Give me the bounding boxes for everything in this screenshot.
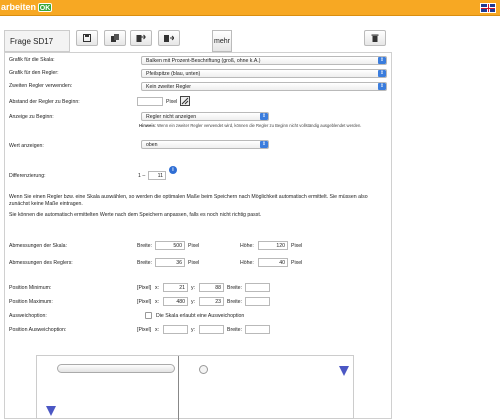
pos-max-pixel: [Pixel] xyxy=(137,299,152,305)
pos-ausweich-x-label: x: xyxy=(155,327,160,333)
wert-label: Wert anzeigen: xyxy=(9,143,44,149)
skala-breite-label: Breite: xyxy=(137,243,152,249)
zweiten-regler-select[interactable]: Kein zweiter Regler ⇕ xyxy=(141,82,387,91)
chevron-down-icon: ⇕ xyxy=(378,83,386,90)
pos-min-x-input[interactable]: 21 xyxy=(163,283,188,292)
hint-text: Hinweis: Wenn ein zweiter Regler verwend… xyxy=(139,123,389,128)
abstand-input[interactable] xyxy=(137,97,163,106)
slider-handle-circle[interactable] xyxy=(199,365,208,374)
pos-max-x-label: x: xyxy=(155,299,160,305)
regler-breite-unit: Pixel xyxy=(188,260,200,266)
copy-button[interactable] xyxy=(104,30,126,46)
info-paragraph-2: Sie können die automatisch ermittelten W… xyxy=(9,212,262,218)
slider-arrow-icon[interactable] xyxy=(339,366,349,376)
pos-max-y-label: y: xyxy=(191,299,196,305)
pos-ausweich-breite-input[interactable] xyxy=(245,325,270,334)
wert-value: oben xyxy=(146,142,158,148)
copy-icon xyxy=(111,34,119,42)
page-title: arbeiten xyxy=(1,2,37,12)
abstand-label: Abstand der Regler zu Beginn: xyxy=(9,99,80,105)
anzeige-label: Anzeige zu Beginn: xyxy=(9,114,54,120)
delete-button[interactable] xyxy=(364,30,386,46)
more-button[interactable]: mehr xyxy=(212,30,232,52)
anzeige-select[interactable]: Regler nicht anzeigen ⇕ xyxy=(141,112,269,121)
slider-preview xyxy=(36,355,354,420)
abm-regler-label: Abmessungen des Reglers: xyxy=(9,260,73,266)
preview-divider xyxy=(178,356,179,420)
skala-breite-unit: Pixel xyxy=(188,243,200,249)
wert-select[interactable]: oben ⇕ xyxy=(141,140,269,149)
pos-min-label: Position Minimum: xyxy=(9,285,52,291)
info-icon[interactable]: i xyxy=(169,166,177,174)
grafik-skala-value: Balken mit Prozent-Beschriftung (groß, o… xyxy=(146,58,261,64)
scale-bar[interactable] xyxy=(57,364,175,373)
pos-min-x-label: x: xyxy=(155,285,160,291)
save-icon xyxy=(83,34,91,42)
skala-hoehe-unit: Pixel xyxy=(291,243,303,249)
slider-arrow-icon-min[interactable] xyxy=(46,406,56,416)
chevron-down-icon: ⇕ xyxy=(378,57,386,64)
pos-ausweich-y-label: y: xyxy=(191,327,196,333)
pos-ausweich-pixel: [Pixel] xyxy=(137,327,152,333)
pos-max-breite-label: Breite: xyxy=(227,299,242,305)
zweiten-regler-label: Zweiten Regler verwenden: xyxy=(9,83,73,89)
regler-breite-input[interactable]: 36 xyxy=(155,258,185,267)
question-label: Frage SD17 xyxy=(4,30,70,52)
diff-to-input[interactable]: 11 xyxy=(148,171,166,180)
grafik-regler-label: Grafik für den Regler: xyxy=(9,70,59,76)
abm-skala-label: Abmessungen der Skala: xyxy=(9,243,67,249)
uk-flag-icon[interactable] xyxy=(480,3,496,13)
regler-breite-label: Breite: xyxy=(137,260,152,266)
skala-hoehe-input[interactable]: 120 xyxy=(258,241,288,250)
trash-icon xyxy=(371,34,379,42)
pos-max-x-input[interactable]: 480 xyxy=(163,297,188,306)
grafik-regler-select[interactable]: Pfeilspitze (blau, unten) ⇕ xyxy=(141,69,387,78)
toolbar: Frage SD17 mehr xyxy=(0,22,500,52)
pos-min-pixel: [Pixel] xyxy=(137,285,152,291)
ausweich-label: Ausweichoption: xyxy=(9,313,47,319)
pos-ausweich-x-input[interactable] xyxy=(163,325,188,334)
pos-ausweich-y-input[interactable] xyxy=(199,325,224,334)
pos-max-label: Position Maximum: xyxy=(9,299,53,305)
grafik-skala-label: Grafik für die Skala: xyxy=(9,57,55,63)
ausweich-checkbox[interactable] xyxy=(145,312,152,319)
skala-breite-input[interactable]: 500 xyxy=(155,241,185,250)
abstand-unit: Pixel xyxy=(166,99,178,105)
resize-icon[interactable] xyxy=(180,96,190,106)
pos-max-breite-input[interactable] xyxy=(245,297,270,306)
copy-to-icon xyxy=(136,34,146,42)
diff-from: 1 – xyxy=(138,173,146,179)
pos-min-breite-input[interactable] xyxy=(245,283,270,292)
zweiten-regler-value: Kein zweiter Regler xyxy=(146,84,191,90)
ok-badge[interactable]: OK xyxy=(38,3,52,12)
hint-bold: Hinweis xyxy=(139,123,155,128)
regler-hoehe-unit: Pixel xyxy=(291,260,303,266)
header-bar: arbeiten OK xyxy=(0,0,500,16)
anzeige-value: Regler nicht anzeigen xyxy=(146,114,197,120)
hint-body: : Wenn ein zweiter Regler verwendet wird… xyxy=(154,123,362,128)
move-button[interactable] xyxy=(158,30,180,46)
diff-label: Differenzierung: xyxy=(9,173,46,179)
ausweich-checkbox-label: Die Skala erlaubt eine Ausweichoption xyxy=(156,313,245,319)
chevron-down-icon: ⇕ xyxy=(378,70,386,77)
move-icon xyxy=(164,35,174,42)
pos-min-y-label: y: xyxy=(191,285,196,291)
save-button[interactable] xyxy=(76,30,98,46)
grafik-regler-value: Pfeilspitze (blau, unten) xyxy=(146,71,201,77)
regler-hoehe-input[interactable]: 40 xyxy=(258,258,288,267)
grafik-skala-select[interactable]: Balken mit Prozent-Beschriftung (groß, o… xyxy=(141,56,387,65)
info-paragraph-1: Wenn Sie einen Regler bzw. eine Skala au… xyxy=(9,194,368,207)
copy-to-button[interactable] xyxy=(130,30,152,46)
chevron-down-icon: ⇕ xyxy=(260,113,268,120)
pos-ausweich-breite-label: Breite: xyxy=(227,327,242,333)
pos-min-y-input[interactable]: 88 xyxy=(199,283,224,292)
pos-max-y-input[interactable]: 23 xyxy=(199,297,224,306)
skala-hoehe-label: Höhe: xyxy=(240,243,254,249)
chevron-down-icon: ⇕ xyxy=(260,141,268,148)
regler-hoehe-label: Höhe: xyxy=(240,260,254,266)
pos-min-breite-label: Breite: xyxy=(227,285,242,291)
pos-ausweich-label: Position Ausweichoption: xyxy=(9,327,67,333)
